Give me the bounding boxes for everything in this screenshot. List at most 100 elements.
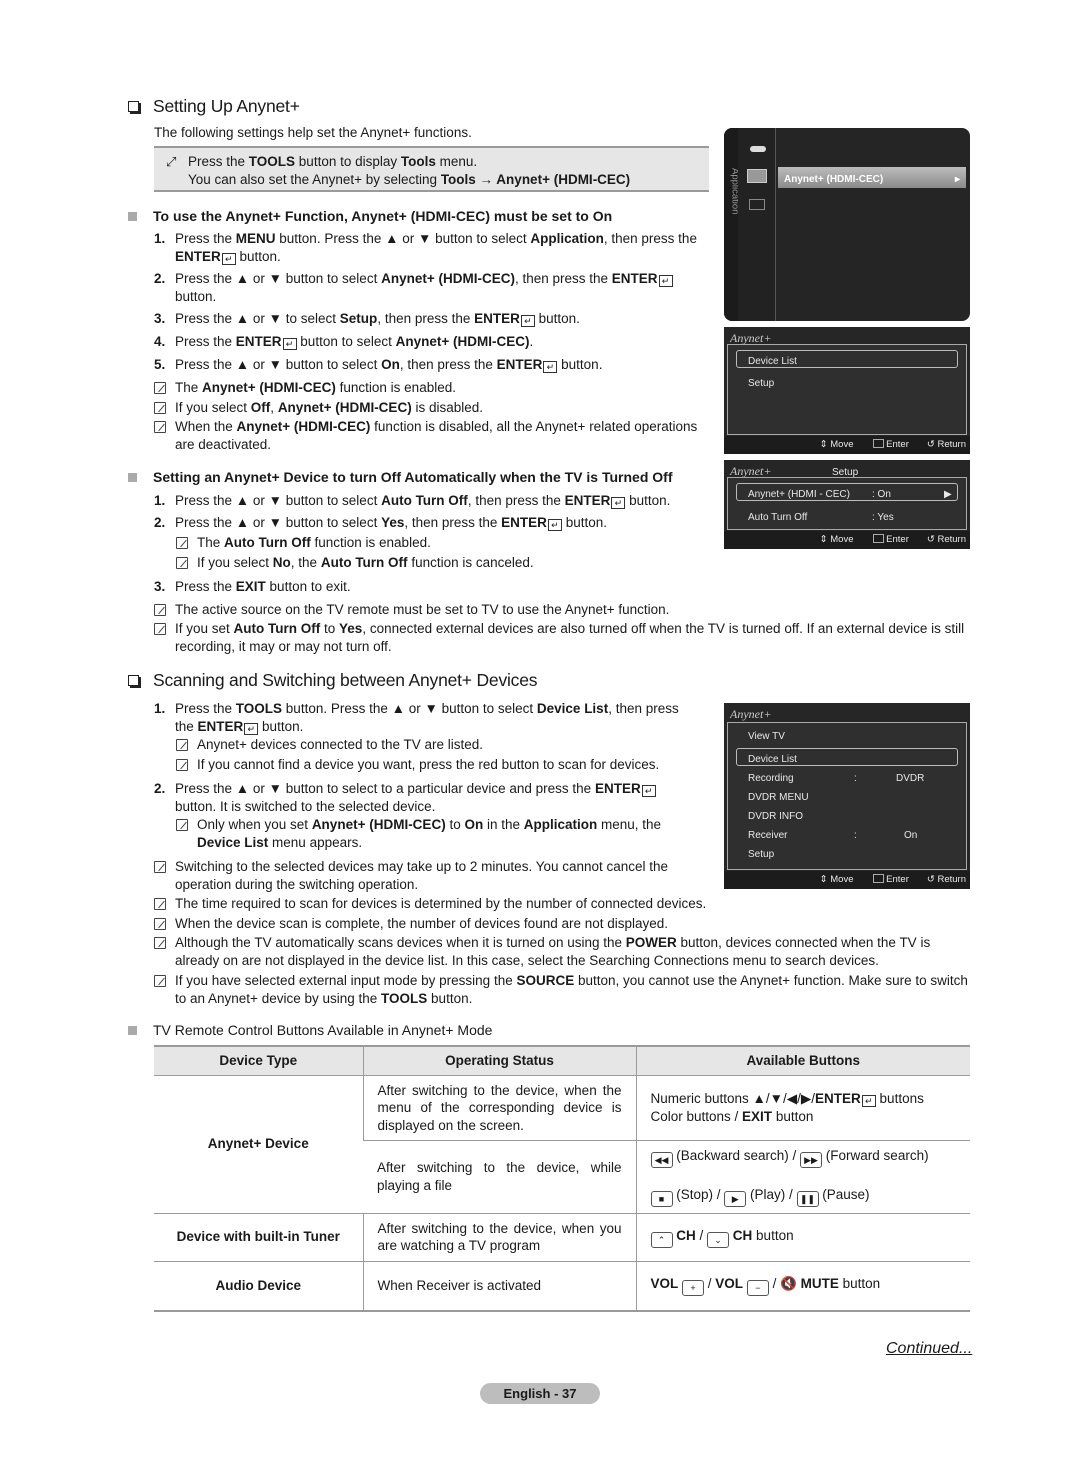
osd-footer: ⇕ Move Enter ↺ Return <box>724 871 970 889</box>
step-item: 3. Press the EXIT button to exit. <box>154 579 351 594</box>
note-icon <box>176 739 188 751</box>
note-icon <box>154 861 166 873</box>
note-item: If you have selected external input mode… <box>154 972 974 1007</box>
osd-anynet-hdmi-row[interactable]: Anynet+ (HDMI - CEC) : On ▶ <box>748 486 952 504</box>
enter-icon: ↵ <box>611 497 626 509</box>
note-item: If you cannot find a device you want, pr… <box>176 756 696 776</box>
operating-status-cell: When Receiver is activated <box>362 1261 636 1312</box>
subheading-remote-buttons: TV Remote Control Buttons Available in A… <box>128 1022 492 1040</box>
available-buttons-cell: VOL + / VOL − / 🔇 MUTE button <box>635 1261 970 1312</box>
note-icon <box>154 421 166 433</box>
osd-device-list-row[interactable]: Setup <box>748 846 774 864</box>
step-item: 1. Press the MENU button. Press the ▲ or … <box>154 231 697 265</box>
osd-footer: ⇕ Move Enter ↺ Return <box>724 436 970 454</box>
osd-device-list-row[interactable]: View TV <box>748 728 785 746</box>
enter-icon: ↵ <box>641 785 656 797</box>
note-icon <box>154 937 166 949</box>
note-icon <box>176 557 188 569</box>
note-icon <box>176 759 188 771</box>
step-item: 5. Press the ▲ or ▼ button to select On, … <box>154 357 603 373</box>
osd-icon-column <box>738 128 776 321</box>
available-buttons-cell: ◀◀ (Backward search) / ▶▶ (Forward searc… <box>635 1140 970 1214</box>
note-icon <box>154 623 166 635</box>
anynet-logo: Anynet+ <box>730 707 772 721</box>
step-item: 1. Press the ▲ or ▼ button to select Auto… <box>154 493 671 509</box>
note-icon <box>154 898 166 910</box>
osd-device-list-menu: Anynet+ View TV Device List Recording: DVDR… <box>724 703 970 889</box>
available-buttons-cell: Numeric buttons ▲/▼/◀/▶/ENTER ↵ buttons Co… <box>635 1075 970 1141</box>
table-header: Operating Status <box>362 1045 636 1076</box>
device-type-cell: Anynet+ Device <box>154 1075 363 1214</box>
osd-device-list-row[interactable]: Recording: DVDR <box>748 770 924 788</box>
note-item: If you select No, the Auto Turn Off func… <box>176 554 716 574</box>
note-icon <box>154 918 166 930</box>
enter-icon: ↵ <box>244 722 259 735</box>
note-item: The Auto Turn Off function is enabled. <box>176 534 716 554</box>
intro-text: The following settings help set the Anyn… <box>154 125 472 140</box>
step-item: 2. Press the ▲ or ▼ button to select to a… <box>154 780 699 815</box>
note-item: The Anynet+ (HDMI-CEC) function is enabl… <box>154 379 714 399</box>
tools-icon: ⤢ <box>166 154 177 169</box>
enter-icon: ↵ <box>861 1095 876 1108</box>
enter-icon: ↵ <box>658 275 673 287</box>
enter-icon: ↵ <box>543 361 558 373</box>
subheading-use-anynet: To use the Anynet+ Function, Anynet+ (HD… <box>128 208 612 226</box>
note-item: If you select Off, Anynet+ (HDMI-CEC) is… <box>154 399 714 419</box>
square-bullet-icon <box>128 212 137 221</box>
table-header: Device Type <box>154 1045 363 1076</box>
step-item: 2. Press the ▲ or ▼ button to select Anyn… <box>154 270 714 305</box>
section-title-scanning: Scanning and Switching between Anynet+ D… <box>128 671 538 690</box>
square-bullet-icon <box>128 473 137 482</box>
enter-icon: ↵ <box>520 315 535 327</box>
square-bullet-icon <box>128 1026 137 1035</box>
osd-application-tab: Application <box>724 128 741 321</box>
osd-device-list-row[interactable]: DVDR INFO <box>748 808 803 826</box>
note-item: When the device scan is complete, the nu… <box>154 915 974 935</box>
osd-device-list-row[interactable]: DVDR MENU <box>748 789 809 807</box>
step-item: 3. Press the ▲ or ▼ to select Setup, then… <box>154 311 580 327</box>
table-row: Audio Device When Receiver is activated VO… <box>154 1261 970 1312</box>
operating-status-cell: After switching to the device, while pla… <box>363 1140 636 1214</box>
note-item: The active source on the TV remote must … <box>154 601 974 621</box>
osd-anynet-hdmi-cec-item[interactable]: Anynet+ (HDMI-CEC) ▸ <box>778 167 966 188</box>
osd-auto-turn-off-row[interactable]: Auto Turn Off : Yes <box>748 509 894 527</box>
page-number: English - 37 <box>480 1383 600 1404</box>
note-item: The time required to scan for devices is… <box>154 895 974 915</box>
osd-anynet-menu: Anynet+ Device List Setup ⇕ Move Enter ↺… <box>724 327 970 454</box>
osd-device-list-row[interactable]: Receiver: On <box>748 827 917 845</box>
note-item: When the Anynet+ (HDMI-CEC) function is … <box>154 418 714 453</box>
note-icon <box>154 382 166 394</box>
available-buttons-cell: ⌃ CH / ⌄ CH button <box>635 1213 970 1262</box>
note-item: Although the TV automatically scans devi… <box>154 934 974 969</box>
table-header: Available Buttons <box>635 1045 970 1076</box>
section-title-setting-up: Setting Up Anynet+ <box>128 97 300 116</box>
note-icon <box>176 819 188 831</box>
table-row: Anynet+ Device After switching to the dev… <box>154 1075 970 1214</box>
continued-label: Continued... <box>886 1340 973 1357</box>
device-type-cell: Audio Device <box>154 1261 363 1312</box>
note-item: If you set Auto Turn Off to Yes, connect… <box>154 620 974 655</box>
note-icon <box>176 537 188 549</box>
osd-setup-item[interactable]: Setup <box>748 375 774 393</box>
note-item: Anynet+ devices connected to the TV are … <box>176 736 696 756</box>
note-item: Switching to the selected devices may ta… <box>154 858 699 893</box>
help-icon <box>749 199 765 210</box>
note-icon <box>154 604 166 616</box>
checkbox-bullet-icon <box>128 675 139 687</box>
step-item: 2. Press the ▲ or ▼ button to select Yes,… <box>154 515 607 531</box>
step-item: 4. Press the ENTER ↵ button to select Anyn… <box>154 334 534 350</box>
osd-device-list-row[interactable]: Device List <box>748 751 797 769</box>
remote-buttons-table: Device Type Operating Status Available B… <box>154 1045 970 1312</box>
anynet-app-icon <box>747 169 767 183</box>
osd-device-list-item[interactable]: Device List <box>748 353 797 371</box>
note-item: Only when you set Anynet+ (HDMI-CEC) to … <box>176 816 696 851</box>
enter-icon: ↵ <box>282 338 297 350</box>
device-type-cell: Device with built-in Tuner <box>154 1213 363 1262</box>
tools-note-box: ⤢ Press the TOOLS button to display Tool… <box>154 146 709 192</box>
osd-application-menu: Application Anynet+ (HDMI-CEC) ▸ <box>724 128 970 321</box>
osd-footer: ⇕ Move Enter ↺ Return <box>724 531 970 549</box>
table-row: Device with built-in Tuner After switchin… <box>154 1213 970 1262</box>
osd-setup-menu: Anynet+ Setup Anynet+ (HDMI - CEC) : On … <box>724 460 970 549</box>
note-icon <box>154 975 166 987</box>
plug-icon <box>750 146 766 152</box>
